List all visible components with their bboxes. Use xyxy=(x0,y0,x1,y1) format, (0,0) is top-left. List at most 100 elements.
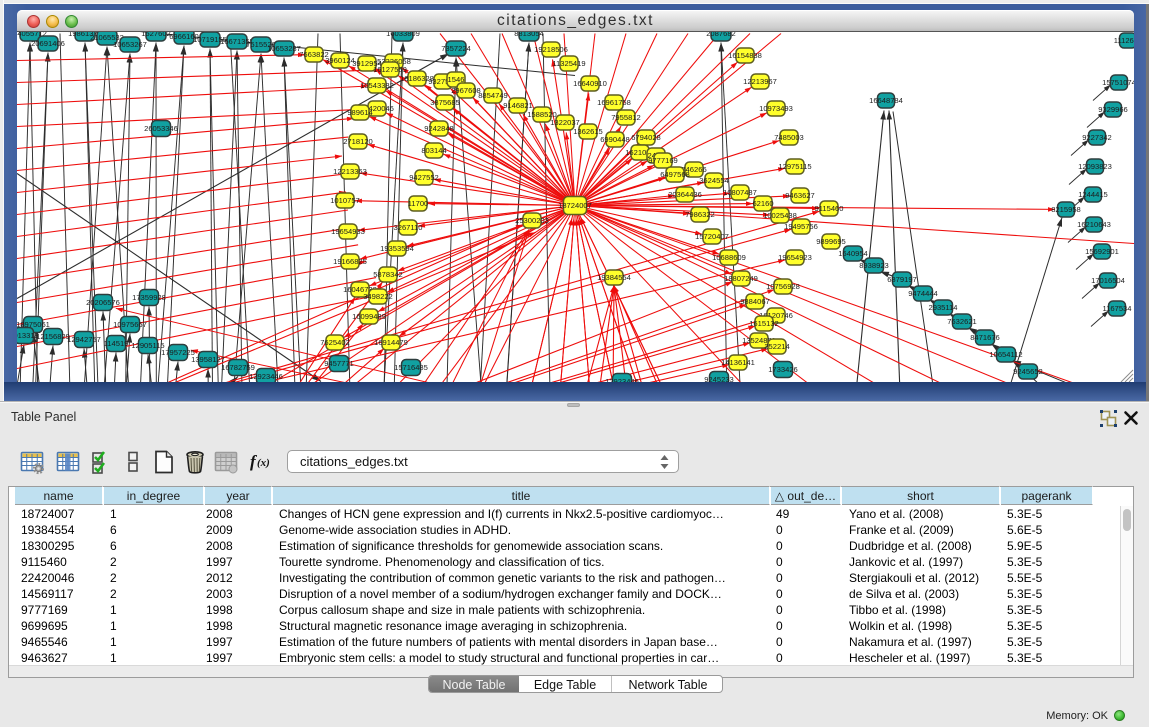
svg-text:11700: 11700 xyxy=(408,199,429,208)
svg-text:19166825: 19166825 xyxy=(333,257,367,266)
svg-text:16033809: 16033809 xyxy=(386,32,420,38)
svg-text:9427552: 9427552 xyxy=(409,173,439,182)
svg-text:10975667: 10975667 xyxy=(113,320,147,329)
svg-text:6879197: 6879197 xyxy=(887,275,917,284)
svg-text:1362615: 1362615 xyxy=(573,127,603,136)
svg-text:16099489: 16099489 xyxy=(352,312,386,321)
svg-text:10756928: 10756928 xyxy=(766,282,800,291)
svg-text:9463627: 9463627 xyxy=(785,191,815,200)
svg-text:5878342: 5878342 xyxy=(373,270,403,279)
svg-text:16154838: 16154838 xyxy=(728,51,762,60)
svg-text:12156829: 12156829 xyxy=(36,332,70,341)
svg-text:7632621: 7632621 xyxy=(947,317,977,326)
svg-text:10653267: 10653267 xyxy=(113,40,147,49)
svg-text:12905115: 12905115 xyxy=(131,341,164,350)
svg-text:12942757: 12942757 xyxy=(67,335,101,344)
svg-text:7955812: 7955812 xyxy=(611,113,641,122)
svg-text:3875685: 3875685 xyxy=(430,98,460,107)
svg-text:1640954: 1640954 xyxy=(838,249,868,258)
svg-text:803144: 803144 xyxy=(421,146,446,155)
svg-text:15692901: 15692901 xyxy=(1085,247,1119,256)
svg-text:7625402: 7625402 xyxy=(320,338,350,347)
svg-text:1527602: 1527602 xyxy=(141,32,171,38)
svg-text:2935114: 2935114 xyxy=(929,303,958,312)
svg-text:1322037: 1322037 xyxy=(550,118,580,127)
svg-text:3960124: 3960124 xyxy=(325,56,355,65)
svg-text:16640910: 16640910 xyxy=(573,79,607,88)
svg-text:11325419: 11325419 xyxy=(552,59,585,68)
svg-text:9884067: 9884067 xyxy=(740,297,770,306)
svg-text:25300203: 25300203 xyxy=(515,216,549,225)
svg-text:12975115: 12975115 xyxy=(778,162,811,171)
svg-text:10025438: 10025438 xyxy=(763,211,797,220)
svg-text:17359928: 17359928 xyxy=(132,293,166,302)
svg-text:6497568: 6497568 xyxy=(660,170,690,179)
svg-text:1010757: 1010757 xyxy=(330,196,360,205)
svg-text:6990448: 6990448 xyxy=(600,135,630,144)
svg-text:9115460: 9115460 xyxy=(815,204,844,213)
svg-text:10654112: 10654112 xyxy=(989,350,1022,359)
svg-text:1244415: 1244415 xyxy=(1078,190,1108,199)
svg-text:9245233: 9245233 xyxy=(704,375,734,382)
svg-text:19495756: 19495756 xyxy=(784,222,818,231)
svg-text:10973493: 10973493 xyxy=(759,104,793,113)
svg-text:15720407: 15720407 xyxy=(695,232,729,241)
svg-text:9242848: 9242848 xyxy=(424,124,454,133)
svg-text:7986322: 7986322 xyxy=(685,210,715,219)
svg-text:8215958: 8215958 xyxy=(1051,205,1081,214)
svg-text:18724007: 18724007 xyxy=(558,201,592,210)
svg-text:12923446: 12923446 xyxy=(605,377,639,382)
svg-text:1167534: 1167534 xyxy=(1103,304,1132,313)
svg-text:9474444: 9474444 xyxy=(908,289,938,298)
svg-text:19353594: 19353594 xyxy=(380,244,414,253)
svg-text:10688609: 10688609 xyxy=(712,253,746,262)
svg-text:20364436: 20364436 xyxy=(668,190,702,199)
svg-text:252214: 252214 xyxy=(764,342,789,351)
svg-text:3624554: 3624554 xyxy=(699,176,729,185)
svg-text:16648784: 16648784 xyxy=(869,96,903,105)
svg-text:16127509: 16127509 xyxy=(373,65,407,74)
svg-text:3498222: 3498222 xyxy=(363,292,393,301)
svg-text:7357224: 7357224 xyxy=(441,44,471,53)
svg-text:114519: 114519 xyxy=(104,339,129,348)
svg-text:20206576: 20206576 xyxy=(86,298,120,307)
svg-text:1112642: 1112642 xyxy=(1114,36,1134,45)
svg-text:19654933: 19654933 xyxy=(331,227,365,236)
svg-text:6794028: 6794028 xyxy=(631,133,661,142)
svg-text:14136141: 14136141 xyxy=(721,358,755,367)
svg-text:18807249: 18807249 xyxy=(724,274,758,283)
svg-text:12923446: 12923446 xyxy=(249,372,283,381)
svg-text:10543382: 10543382 xyxy=(360,81,394,90)
svg-text:26053346: 26053346 xyxy=(144,124,178,133)
svg-text:62160: 62160 xyxy=(752,199,773,208)
svg-text:7485003: 7485003 xyxy=(774,133,804,142)
svg-text:8938923: 8938923 xyxy=(859,261,889,270)
svg-text:9329966: 9329966 xyxy=(1098,105,1128,114)
svg-text:1615132: 1615132 xyxy=(749,319,779,328)
svg-text:19654923: 19654923 xyxy=(778,253,812,262)
svg-text:1733426: 1733426 xyxy=(768,365,798,374)
svg-text:9227342: 9227342 xyxy=(1082,133,1112,142)
svg-text:15751074: 15751074 xyxy=(1102,78,1134,87)
svg-text:9899695: 9899695 xyxy=(816,237,846,246)
svg-text:20691406: 20691406 xyxy=(31,39,65,48)
svg-text:19218506: 19218506 xyxy=(534,45,568,54)
svg-text:8813054: 8813054 xyxy=(514,32,544,38)
svg-text:12213363: 12213363 xyxy=(333,167,367,176)
svg-text:9457771: 9457771 xyxy=(324,359,354,368)
svg-text:9146821: 9146821 xyxy=(503,101,533,110)
svg-text:17957225: 17957225 xyxy=(161,348,195,357)
svg-text:9245652: 9245652 xyxy=(1013,367,1043,376)
svg-text:8471676: 8471676 xyxy=(970,333,1000,342)
svg-text:2967608: 2967608 xyxy=(451,86,481,95)
svg-text:10807487: 10807487 xyxy=(723,188,757,197)
svg-text:2087682: 2087682 xyxy=(706,32,736,38)
svg-text:19384554: 19384554 xyxy=(597,273,631,282)
svg-text:989614: 989614 xyxy=(347,108,372,117)
svg-text:2718120: 2718120 xyxy=(343,137,373,146)
svg-text:(x): (x) xyxy=(257,457,270,469)
svg-text:16210643: 16210643 xyxy=(1077,220,1111,229)
svg-text:10653287: 10653287 xyxy=(267,44,301,53)
svg-text:12093823: 12093823 xyxy=(1078,162,1112,171)
svg-text:17016504: 17016504 xyxy=(1091,276,1125,285)
